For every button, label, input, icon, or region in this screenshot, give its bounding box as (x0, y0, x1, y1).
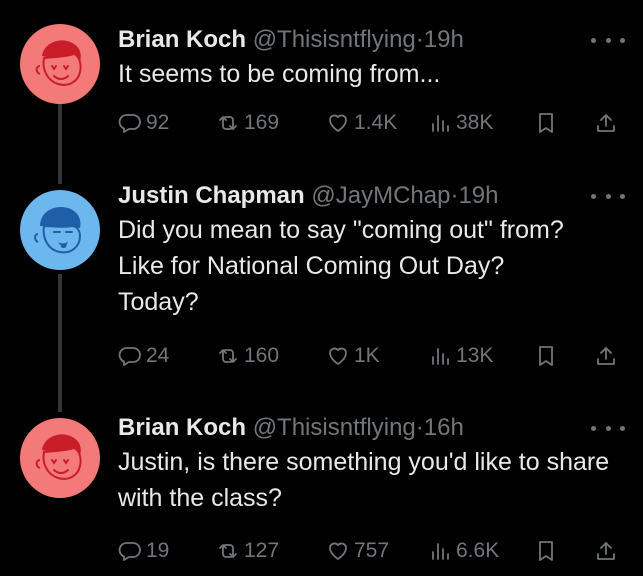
bookmark-icon (534, 539, 558, 563)
timestamp[interactable]: 19h (424, 26, 464, 53)
bookmark-button[interactable] (534, 536, 562, 566)
reply-icon (118, 111, 142, 135)
repost-icon (216, 344, 240, 368)
like-icon (326, 344, 350, 368)
tweet-3[interactable]: Brian Koch @Thisisntflying·16h Justin, i… (0, 408, 643, 568)
like-button[interactable]: 757 (326, 536, 389, 566)
tweet-text: It seems to be coming from... (118, 60, 441, 88)
separator: · (415, 414, 424, 441)
repost-count: 127 (244, 539, 280, 562)
tweet-2[interactable]: Justin Chapman @JayMChap·19h Did you mea… (0, 176, 643, 376)
tweet-1[interactable]: Brian Koch @Thisisntflying·19h It seems … (0, 20, 643, 150)
bookmark-button[interactable] (534, 341, 562, 371)
avatar[interactable] (20, 190, 100, 270)
user-handle[interactable]: @Thisisntflying (253, 26, 416, 53)
bookmark-icon (534, 111, 558, 135)
display-name[interactable]: Justin Chapman (118, 182, 305, 209)
like-button[interactable]: 1K (326, 341, 380, 371)
repost-button[interactable]: 169 (216, 108, 279, 138)
share-icon (594, 539, 618, 563)
action-bar: 92 169 1.4K 38K (118, 108, 618, 138)
action-bar: 19 127 757 6.6K (118, 536, 618, 566)
action-bar: 24 160 1K 13K (118, 341, 618, 371)
repost-icon (216, 111, 240, 135)
reply-icon (118, 344, 142, 368)
timestamp[interactable]: 16h (424, 414, 464, 441)
views-button[interactable]: 13K (428, 341, 493, 371)
repost-count: 160 (244, 344, 280, 367)
user-handle[interactable]: @JayMChap (311, 182, 450, 209)
like-count: 757 (354, 539, 390, 562)
tweet-header: Brian Koch @Thisisntflying·19h (118, 20, 464, 60)
timestamp[interactable]: 19h (458, 182, 498, 209)
views-icon (428, 111, 452, 135)
share-button[interactable] (594, 341, 622, 371)
avatar[interactable] (20, 418, 100, 498)
like-icon (326, 539, 350, 563)
more-options-icon[interactable] (591, 408, 625, 448)
more-options-icon[interactable] (591, 176, 625, 216)
bookmark-icon (534, 344, 558, 368)
views-icon (428, 344, 452, 368)
reply-button[interactable]: 24 (118, 341, 169, 371)
reply-button[interactable]: 19 (118, 536, 169, 566)
reply-count: 19 (146, 539, 170, 562)
avatar[interactable] (20, 24, 100, 104)
view-count: 6.6K (456, 539, 500, 562)
share-icon (594, 344, 618, 368)
separator: · (415, 26, 424, 53)
reply-count: 92 (146, 111, 170, 134)
like-button[interactable]: 1.4K (326, 108, 397, 138)
repost-button[interactable]: 160 (216, 341, 279, 371)
tweet-text: Did you mean to say "coming out" from? L… (118, 216, 564, 316)
share-button[interactable] (594, 108, 622, 138)
user-handle[interactable]: @Thisisntflying (253, 414, 416, 441)
share-icon (594, 111, 618, 135)
views-icon (428, 539, 452, 563)
repost-button[interactable]: 127 (216, 536, 279, 566)
tweet-text: Justin, is there something you'd like to… (118, 448, 610, 512)
bookmark-button[interactable] (534, 108, 562, 138)
view-count: 13K (456, 344, 494, 367)
display-name[interactable]: Brian Koch (118, 26, 246, 53)
views-button[interactable]: 38K (428, 108, 493, 138)
repost-icon (216, 539, 240, 563)
views-button[interactable]: 6.6K (428, 536, 499, 566)
reply-count: 24 (146, 344, 170, 367)
share-button[interactable] (594, 536, 622, 566)
more-options-icon[interactable] (591, 20, 625, 60)
tweet-header: Brian Koch @Thisisntflying·16h (118, 408, 464, 448)
like-count: 1.4K (354, 111, 398, 134)
like-count: 1K (354, 344, 380, 367)
reply-button[interactable]: 92 (118, 108, 169, 138)
tweet-header: Justin Chapman @JayMChap·19h (118, 176, 499, 216)
display-name[interactable]: Brian Koch (118, 414, 246, 441)
like-icon (326, 111, 350, 135)
reply-icon (118, 539, 142, 563)
view-count: 38K (456, 111, 494, 134)
repost-count: 169 (244, 111, 280, 134)
